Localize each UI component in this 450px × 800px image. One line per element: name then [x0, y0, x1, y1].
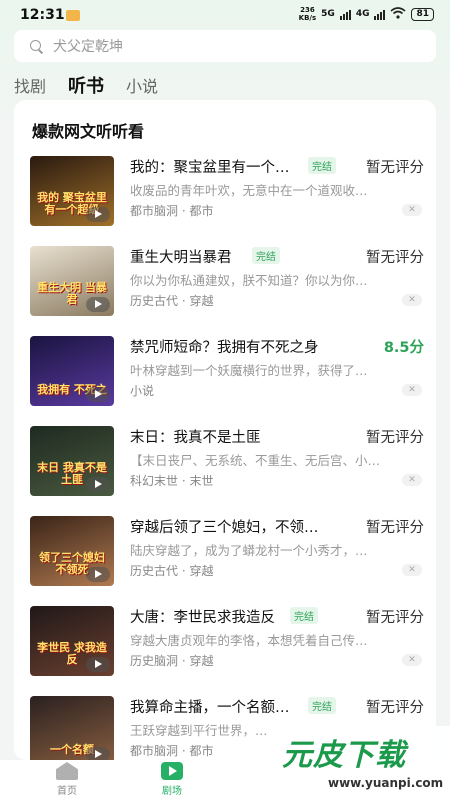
book-tag: 历史古代 · 穿越: [130, 564, 214, 578]
signal-bars-icon: [339, 9, 351, 20]
book-title: 重生大明当暴君: [130, 250, 232, 266]
nav-theater[interactable]: 剧场: [142, 762, 202, 797]
signal-bars-icon-2: [374, 9, 386, 20]
close-icon[interactable]: ✕: [402, 474, 422, 486]
close-icon[interactable]: ✕: [402, 384, 422, 396]
book-cover[interactable]: 一个名额: [30, 696, 114, 760]
book-title: 末日：我真不是土匪: [130, 430, 261, 446]
book-description: 穿越大唐贞观年的李恪，本想凭着自己传…: [130, 633, 368, 648]
book-cover[interactable]: 李世民 求我造反: [30, 606, 114, 676]
book-cover[interactable]: 重生大明 当暴君: [30, 246, 114, 316]
watermark-url: www.yuanpi.com: [328, 776, 444, 790]
book-title: 大唐：李世民求我造反: [130, 610, 275, 626]
book-rating: 暂无评分: [366, 430, 424, 446]
play-icon[interactable]: [86, 477, 110, 492]
play-icon[interactable]: [86, 747, 110, 760]
battery-icon: 81: [411, 7, 434, 21]
book-tag: 都市脑洞 · 都市: [130, 744, 214, 758]
tab-novel[interactable]: 小说: [126, 73, 158, 97]
book-description: 收废品的青年叶欢，无意中在一个道观收…: [130, 183, 368, 198]
book-item[interactable]: 领了三个媳妇 不领死 穿越后领了三个媳妇，不领… 暂无评分 陆庆穿越了，成为了蟒…: [30, 516, 424, 596]
book-rating: 暂无评分: [366, 160, 424, 176]
status-badge: 完结: [308, 157, 336, 174]
book-cover[interactable]: 领了三个媳妇 不领死: [30, 516, 114, 586]
book-item[interactable]: 李世民 求我造反 大唐：李世民求我造反 完结 暂无评分 穿越大唐贞观年的李恪，本…: [30, 606, 424, 686]
book-rating: 8.5分: [383, 340, 424, 356]
status-badge: 完结: [290, 607, 318, 624]
book-item[interactable]: 末日 我真不是土匪 末日：我真不是土匪 暂无评分 【末日丧尸、无系统、不重生、无…: [30, 426, 424, 506]
book-title: 我算命主播，一个名额…: [130, 700, 290, 716]
wifi-icon: [390, 6, 406, 22]
book-tag: 历史古代 · 穿越: [130, 294, 214, 308]
status-badge: 完结: [308, 697, 336, 714]
network-speed: 236 KB/s: [298, 6, 317, 22]
book-rating: 暂无评分: [366, 250, 424, 266]
watermark-logo: 元皮下载: [282, 738, 406, 773]
book-item[interactable]: 我拥有 不死之 禁咒师短命？我拥有不死之身 8.5分 叶林穿越到一个妖魔横行的世…: [30, 336, 424, 416]
book-rating: 暂无评分: [366, 610, 424, 626]
tab-listen-book[interactable]: 听书: [68, 72, 104, 98]
book-tag: 小说: [130, 384, 155, 398]
category-tabs: 找剧 听书 小说: [14, 72, 158, 98]
status-icons: 236 KB/s 5G 4G 81: [299, 6, 434, 22]
book-title: 禁咒师短命？我拥有不死之身: [130, 340, 319, 356]
close-icon[interactable]: ✕: [402, 294, 422, 306]
play-icon[interactable]: [86, 387, 110, 402]
watermark: 元皮下载 www.yuanpi.com: [268, 726, 450, 800]
play-icon[interactable]: [86, 567, 110, 582]
status-badge: 完结: [252, 247, 280, 264]
play-icon: [161, 762, 183, 780]
close-icon[interactable]: ✕: [402, 654, 422, 666]
signal-4g-icon: 4G: [355, 9, 370, 19]
book-description: 叶林穿越到一个妖魔横行的世界，获得了…: [130, 363, 368, 378]
signal-5g-icon: 5G: [321, 9, 335, 19]
close-icon[interactable]: ✕: [402, 204, 422, 216]
book-list-card: 爆款网文听听看 我的 聚宝盆里 有一个超级 我的：聚宝盆里有一个… 完结 暂无评…: [14, 100, 436, 760]
book-tag: 都市脑洞 · 都市: [130, 204, 214, 218]
book-item[interactable]: 我的 聚宝盆里 有一个超级 我的：聚宝盆里有一个… 完结 暂无评分 收废品的青年…: [30, 156, 424, 236]
book-tag: 科幻末世 · 末世: [130, 474, 214, 488]
book-title: 穿越后领了三个媳妇，不领…: [130, 520, 319, 536]
book-cover[interactable]: 我拥有 不死之: [30, 336, 114, 406]
book-description: 陆庆穿越了，成为了蟒龙村一个小秀才，…: [130, 543, 368, 558]
book-tag: 历史脑洞 · 穿越: [130, 654, 214, 668]
notification-app-icon: [66, 10, 80, 21]
play-icon[interactable]: [86, 657, 110, 672]
search-bar[interactable]: 犬父定乾坤: [14, 30, 436, 62]
book-title: 我的：聚宝盆里有一个…: [130, 160, 290, 176]
status-bar: 12:31 236 KB/s 5G 4G 81: [0, 0, 450, 32]
book-description: 【末日丧尸、无系统、不重生、无后宫、小…: [130, 453, 381, 468]
play-icon[interactable]: [86, 207, 110, 222]
book-cover[interactable]: 末日 我真不是土匪: [30, 426, 114, 496]
book-item[interactable]: 重生大明 当暴君 重生大明当暴君 完结 暂无评分 你以为你私通建奴，朕不知道？你…: [30, 246, 424, 326]
book-rating: 暂无评分: [366, 700, 424, 716]
tab-find-drama[interactable]: 找剧: [14, 73, 46, 97]
home-icon: [56, 762, 78, 780]
nav-home[interactable]: 首页: [37, 762, 97, 797]
play-icon[interactable]: [86, 297, 110, 312]
search-icon: [30, 39, 43, 53]
status-time: 12:31: [20, 7, 65, 23]
section-title: 爆款网文听听看: [32, 122, 145, 141]
book-description: 你以为你私通建奴，朕不知道？你以为你…: [130, 273, 368, 288]
book-rating: 暂无评分: [366, 520, 424, 536]
search-input[interactable]: 犬父定乾坤: [53, 36, 123, 56]
close-icon[interactable]: ✕: [402, 564, 422, 576]
book-cover[interactable]: 我的 聚宝盆里 有一个超级: [30, 156, 114, 226]
